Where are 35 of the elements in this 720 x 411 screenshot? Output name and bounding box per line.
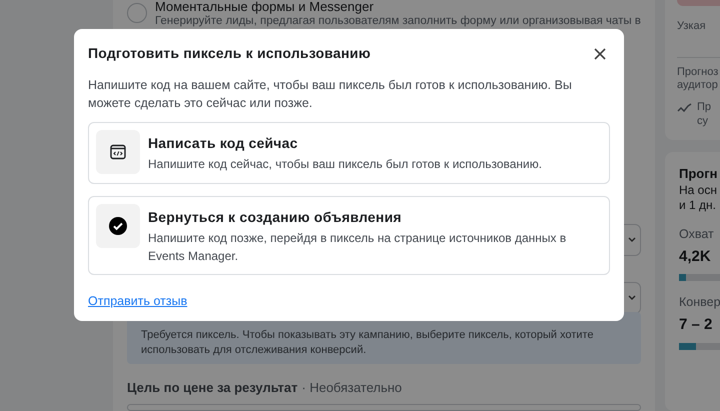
code-window-icon	[110, 144, 126, 160]
tip-text: Пр	[697, 100, 712, 114]
option-card[interactable]: Написать код сейчас Напишите код сейчас, чтобы ваш пиксель был готов к использованию.	[88, 122, 610, 184]
estimate-text: На осн	[679, 183, 718, 198]
tip-text: су	[697, 114, 709, 128]
option-title: Написать код сейчас	[148, 134, 299, 153]
caret-icon	[628, 295, 636, 301]
feedback-link[interactable]: Отправить отзыв	[88, 292, 188, 311]
input-field[interactable]	[127, 404, 641, 411]
option-description: Напишите код позже, перейдя в пиксель на странице источников данных в Events Manager.	[148, 230, 568, 265]
metric-label: Охват	[679, 226, 715, 243]
option-description: Генерируйте лиды, предлагая пользователям заполнить форму или организовывая чаты в	[155, 14, 642, 29]
estimate-text: и 1 дн.	[679, 198, 718, 213]
caret-icon	[628, 237, 636, 243]
forecast-text: Прогноз	[677, 66, 720, 78]
metric-label: Конвер	[679, 294, 720, 312]
notice-text: Требуется пиксель. Чтобы показывать эту кампанию, выберите пиксель, который хотите использовать для отслеживания конверсий.	[141, 328, 594, 358]
dialog-title: Подготовить пиксель к использованию	[88, 44, 371, 63]
checkmark-icon	[109, 217, 127, 235]
metric-value: 7 – 2	[679, 315, 714, 335]
option-description: Напишите код сейчас, чтобы ваш пиксель был готов к использованию.	[148, 156, 543, 173]
dialog-description: Напишите код на вашем сайте, чтобы ваш пиксель был готов к использованию. Вы можете сделать это сейчас или позже.	[88, 77, 573, 112]
scale-label: Узкая	[677, 19, 707, 34]
option-title: Вернуться к созданию объявления	[148, 208, 402, 227]
trend-icon	[677, 102, 693, 112]
radio-button[interactable]	[127, 3, 147, 23]
field-label: Цель по цене за результат	[127, 379, 298, 397]
estimate-title: Прогн	[679, 164, 718, 183]
audience-meter	[677, 0, 720, 6]
option-title: Моментальные формы и Messenger	[155, 0, 375, 14]
forecast-text: аудитор	[677, 78, 719, 92]
option-card[interactable]: Вернуться к созданию объявления Напишите код позже, перейдя в пиксель на странице источников данных в Events Manager.	[88, 196, 610, 275]
metric-value: 4,2K	[679, 246, 712, 267]
optional-hint: · Необязательно	[302, 379, 402, 397]
close-icon	[594, 48, 606, 60]
